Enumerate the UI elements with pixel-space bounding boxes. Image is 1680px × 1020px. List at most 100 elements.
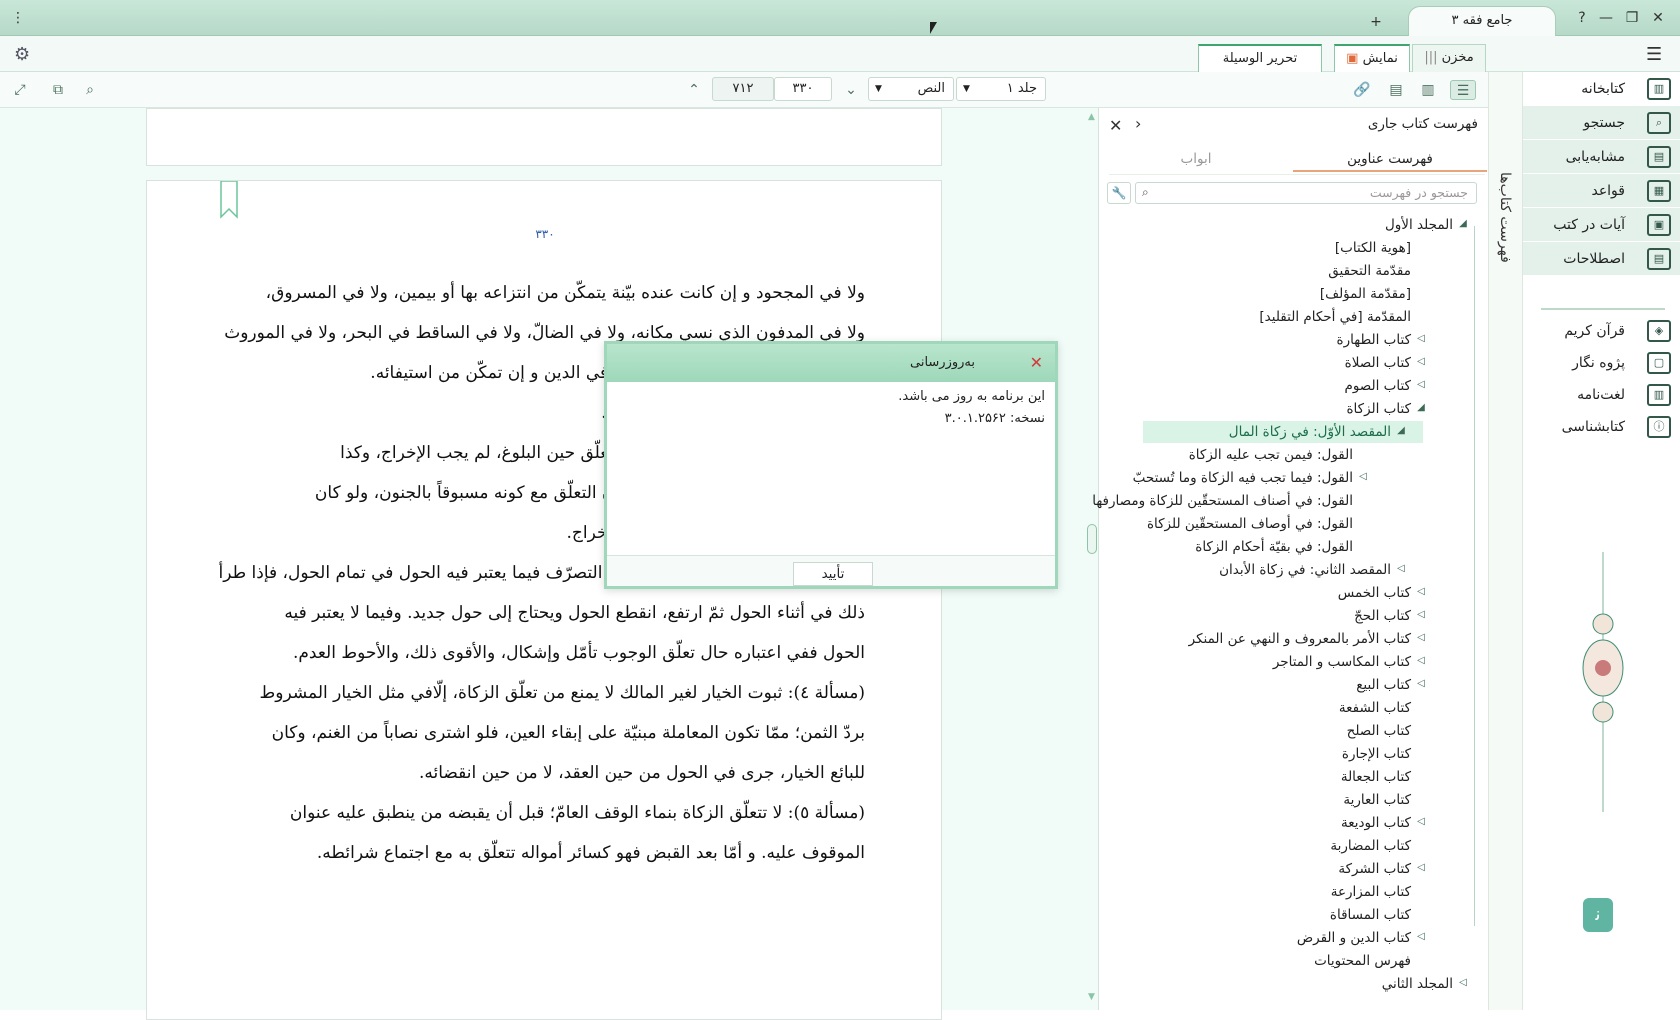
toc-entry[interactable]: كتاب الطهارة <box>1337 329 1411 351</box>
toc-entry[interactable]: كتاب الأمر بالمعروف و النهي عن المنكر <box>1189 628 1411 650</box>
toc-entry[interactable]: كتاب المضاربة <box>1330 835 1411 857</box>
toc-entry[interactable]: القول: في بقيّة أحكام الزكاة <box>1195 536 1353 558</box>
toc-entry[interactable]: مقدّمة التحقيق <box>1328 260 1411 282</box>
new-tab-icon[interactable]: + <box>1366 12 1386 32</box>
vertical-scrollbar[interactable]: ▲ ▼ <box>1086 112 1098 1002</box>
tab-repository[interactable]: مخزن ||| <box>1412 44 1486 72</box>
toc-entry[interactable]: كتاب الصلاة <box>1345 352 1411 374</box>
toc-entry[interactable]: القول: في أصناف المستحقّين للزكاة ومصارف… <box>1092 490 1353 512</box>
toc-entry[interactable]: المجلد الأول <box>1385 214 1453 236</box>
tab-books-index[interactable]: فهرست کتاب‌ها <box>1497 172 1513 263</box>
app-tab[interactable]: جامع فقه ۳ <box>1408 6 1556 36</box>
collapsed-arrow-icon[interactable]: ◁ <box>1415 586 1427 597</box>
toc-entry[interactable]: كتاب الدين و القرض <box>1297 927 1411 949</box>
link-icon[interactable]: 🔗 <box>1352 80 1372 100</box>
open-book-icon[interactable]: ▥ <box>1418 80 1438 100</box>
view-mode-select[interactable]: النص ▼ <box>868 77 954 101</box>
nav-item-label: اصطلاحات <box>1563 251 1625 267</box>
nav-item-library[interactable]: کتابخانه ▥ <box>1523 72 1680 106</box>
toc-entry[interactable]: المجلد الثاني <box>1382 973 1453 995</box>
minimize-window-icon[interactable]: — <box>1596 8 1616 28</box>
collapsed-arrow-icon[interactable]: ◁ <box>1357 471 1369 482</box>
scroll-down-icon[interactable]: ▼ <box>1088 992 1095 1002</box>
toc-entry[interactable]: كتاب الصوم <box>1344 375 1411 397</box>
app-tab-title: جامع فقه ۳ <box>1451 13 1513 28</box>
toc-entry[interactable]: [مقدّمة المؤلف] <box>1320 283 1411 305</box>
toc-entry[interactable]: القول: فيما تجب فيه الزكاة وما تُستحبّ <box>1133 467 1353 489</box>
toc-entry[interactable]: كتاب المساقاة <box>1330 904 1411 926</box>
expanded-arrow-icon[interactable]: ◢ <box>1415 402 1427 413</box>
expand-icon[interactable]: ⤢ <box>10 80 30 100</box>
toc-entry[interactable]: كتاب الزكاة <box>1346 398 1411 420</box>
collapsed-arrow-icon[interactable]: ◁ <box>1415 609 1427 620</box>
page-number-input[interactable]: ۳۳۰ <box>774 77 832 101</box>
collapsed-arrow-icon[interactable]: ◁ <box>1415 655 1427 666</box>
compare-icon[interactable]: ⧉ <box>48 80 68 100</box>
volume-select[interactable]: جلد ۱ ▼ <box>956 77 1046 101</box>
bookmark-ribbon-icon[interactable] <box>219 180 239 219</box>
toc-entry[interactable]: [هوية الكتاب] <box>1335 237 1411 259</box>
menu-dots-icon[interactable]: ⋮ <box>8 8 28 28</box>
nav-item-dictionary[interactable]: لغت‌نامه ▥ <box>1523 378 1680 412</box>
page-down-icon[interactable]: ⌄ <box>841 80 861 100</box>
settings-gear-icon[interactable]: ⚙ <box>14 44 36 66</box>
toc-entry[interactable]: كتاب المكاسب و المتاجر <box>1273 651 1411 673</box>
toc-entry[interactable]: القول: في أوصاف المستحقّين للزكاة <box>1147 513 1353 535</box>
toc-entry[interactable]: القول: فيمن تجب عليه الزكاة <box>1189 444 1353 466</box>
text-line: ولا في المجحود و إن كانت عنده بيّنة يتمك… <box>265 283 865 303</box>
toc-entry[interactable]: فهرس المحتويات <box>1314 950 1411 972</box>
toc-entry[interactable]: كتاب البيع <box>1356 674 1411 696</box>
collapsed-arrow-icon[interactable]: ◁ <box>1415 356 1427 367</box>
tab-display[interactable]: نمایش ▣ <box>1334 44 1410 72</box>
nav-item-search[interactable]: جستجو ⌕ <box>1523 106 1680 140</box>
find-icon[interactable]: ⌕ <box>80 80 100 100</box>
nav-item-rules[interactable]: قواعد ▦ <box>1523 174 1680 208</box>
collapsed-arrow-icon[interactable]: ◁ <box>1415 333 1427 344</box>
toc-entry[interactable]: المقصد الأوّل: في زكاة المال <box>1229 421 1391 443</box>
toc-entry[interactable]: كتاب المزارعة <box>1331 881 1411 903</box>
expanded-arrow-icon[interactable]: ◢ <box>1395 425 1407 436</box>
toc-entry[interactable]: كتاب الوديعة <box>1341 812 1411 834</box>
nav-item-terms[interactable]: اصطلاحات ▤ <box>1523 242 1680 276</box>
collapsed-arrow-icon[interactable]: ◁ <box>1415 678 1427 689</box>
help-icon[interactable]: ? <box>1572 8 1592 28</box>
collapsed-arrow-icon[interactable]: ◁ <box>1395 563 1407 574</box>
toc-entry[interactable]: كتاب الخمس <box>1338 582 1411 604</box>
toc-entry[interactable]: كتاب الشفعة <box>1339 697 1411 719</box>
nav-item-quran[interactable]: قرآن کریم ◈ <box>1523 314 1680 348</box>
chevron-down-icon: ▼ <box>963 84 970 94</box>
expanded-arrow-icon[interactable]: ◢ <box>1457 218 1469 229</box>
close-window-icon[interactable]: ✕ <box>1648 8 1668 28</box>
collapsed-arrow-icon[interactable]: ◁ <box>1415 632 1427 643</box>
nav-item-bibliography[interactable]: کتابشناسی ⓘ <box>1523 410 1680 444</box>
collapsed-arrow-icon[interactable]: ◁ <box>1415 816 1427 827</box>
toc-entry[interactable]: المقصد الثاني: في زكاة الأبدان <box>1219 559 1391 581</box>
toc-entry[interactable]: المقدّمة [في أحكام التقليد] <box>1259 306 1411 328</box>
toc-entry[interactable]: كتاب الجعالة <box>1341 766 1411 788</box>
scroll-up-icon[interactable]: ▲ <box>1088 112 1095 122</box>
collapsed-arrow-icon[interactable]: ◁ <box>1415 379 1427 390</box>
toc-entry[interactable]: كتاب الإجارة <box>1342 743 1411 765</box>
page-up-icon[interactable]: ⌃ <box>684 80 704 100</box>
tab-tahrir-alwasila[interactable]: تحریر الوسيلة <box>1198 44 1322 72</box>
collapsed-arrow-icon[interactable]: ◁ <box>1457 977 1469 988</box>
list-view-icon[interactable]: ☰ <box>1450 80 1476 100</box>
nav-item-notes[interactable]: پژوه نگار ▢ <box>1523 346 1680 380</box>
toc-entry[interactable]: كتاب العارية <box>1343 789 1411 811</box>
nav-item-verses[interactable]: آیات در کتب ▣ <box>1523 208 1680 242</box>
quran-icon: ◈ <box>1647 320 1671 342</box>
collapsed-arrow-icon[interactable]: ◁ <box>1415 931 1427 942</box>
tab-repository-label: مخزن <box>1441 50 1474 65</box>
toc-entry[interactable]: كتاب الشركة <box>1338 858 1411 880</box>
toc-entry[interactable]: كتاب الصلح <box>1347 720 1411 742</box>
hamburger-menu-icon[interactable]: ☰ <box>1646 44 1670 66</box>
toc-entry[interactable]: كتاب الحجّ <box>1354 605 1411 627</box>
close-dialog-icon[interactable]: ✕ <box>1030 344 1043 382</box>
ok-button[interactable]: تأیید <box>793 562 873 586</box>
nav-item-similar[interactable]: مشابه‌یابی ▤ <box>1523 140 1680 174</box>
scroll-thumb[interactable] <box>1087 524 1097 554</box>
library-icon: ▥ <box>1647 78 1671 100</box>
restore-window-icon[interactable]: ❐ <box>1622 8 1642 28</box>
bookmark-panel-icon[interactable]: ▤ <box>1386 80 1406 100</box>
collapsed-arrow-icon[interactable]: ◁ <box>1415 862 1427 873</box>
